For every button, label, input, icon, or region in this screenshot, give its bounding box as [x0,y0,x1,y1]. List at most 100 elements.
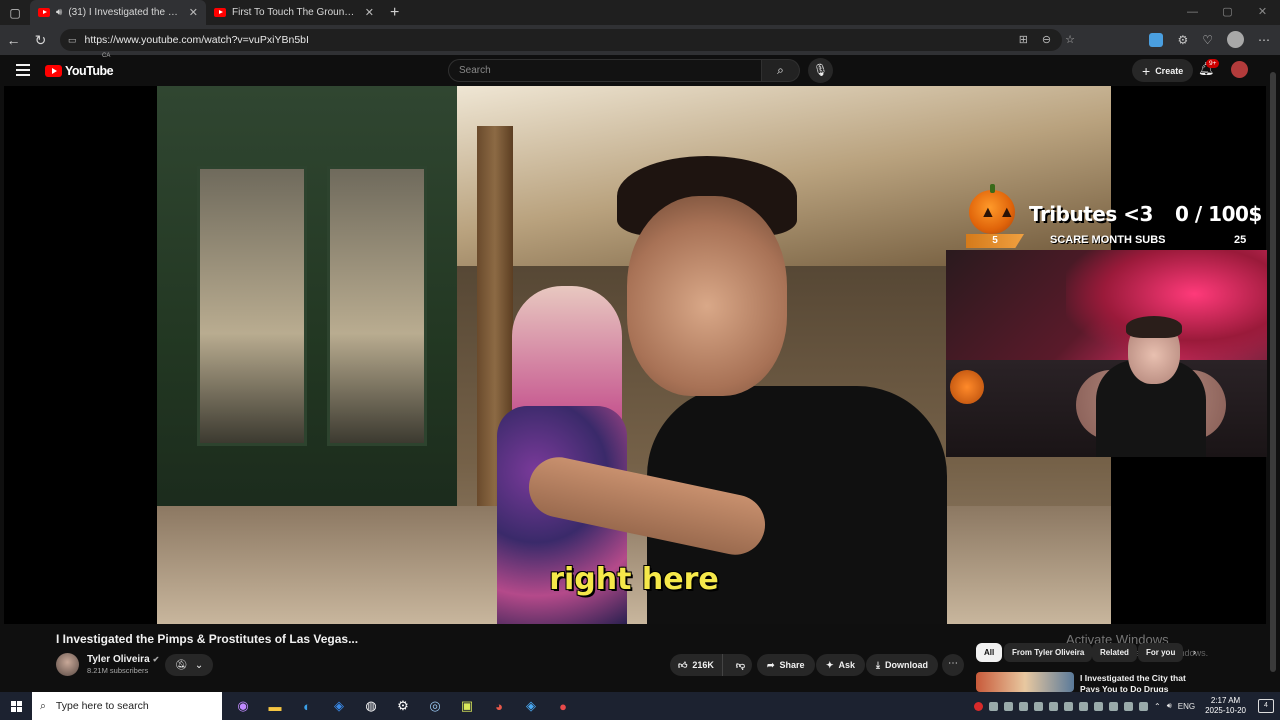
taskbar-search-input[interactable]: ⌕ Type here to search [32,692,222,720]
video-scene-window [197,166,307,446]
menu-icon[interactable] [16,64,30,76]
chip-all[interactable]: All [976,643,1003,662]
search-icon: ⌕ [40,699,46,712]
edge-browser-icon[interactable]: ◐ [296,695,318,717]
youtube-logo[interactable]: YouTube [45,64,114,78]
chrome-icon[interactable]: ◕ [488,695,510,717]
notification-center-icon[interactable]: 4 [1258,699,1274,713]
scrollbar-thumb[interactable] [1270,72,1276,672]
audio-icon[interactable]: 🔊︎ [56,7,62,18]
site-info-icon[interactable]: ▭ [68,35,77,46]
chip-from-channel[interactable]: From Tyler Oliveira [1004,643,1093,662]
tray-app-icon[interactable] [1123,701,1133,711]
ask-button[interactable]: ✦ Ask [816,654,866,676]
share-icon: ➦ [767,659,775,670]
chevron-down-icon: ⌄ [194,659,204,671]
subscribed-button[interactable]: 🔕︎ ⌄ [165,654,213,676]
account-avatar[interactable] [1231,61,1248,78]
extension-icon[interactable] [1149,32,1164,47]
tributes-label: SCARE MONTH SUBS [1050,234,1166,246]
tray-record-icon[interactable] [973,701,983,711]
video-caption: right here [549,562,719,597]
webcam-overlay [946,250,1280,457]
extensions-area: ⚙ ♡ ⋯ [1149,31,1270,48]
tray-app-icon[interactable] [1138,701,1148,711]
tray-app-icon[interactable] [1063,701,1073,711]
download-button[interactable]: ⤓ Download [866,654,938,676]
tributes-progress: 0 / 100$ [1175,202,1262,226]
share-button[interactable]: ➦ Share [757,654,815,676]
chevron-right-icon[interactable]: › [1193,647,1196,657]
browser-tab-bar: ▢ 🔊︎ (31) I Investigated the Pimps & Pro… [0,0,1280,25]
tab-actions-icon[interactable]: ▢ [0,0,30,25]
url-field[interactable]: ▭ https://www.youtube.com/watch?v=vuPxiY… [60,29,1062,51]
app-icon[interactable]: ◈ [520,695,542,717]
browser-essentials-icon[interactable]: ♡ [1202,33,1213,47]
chevron-up-icon[interactable]: ⌃ [1154,702,1161,711]
download-label: Download [884,660,928,670]
volume-icon[interactable]: 🔊︎ [1167,701,1172,711]
app-icon[interactable]: ▣ [456,695,478,717]
tray-app-icon[interactable] [988,701,998,711]
logo-text: YouTube [65,64,114,78]
zoom-icon[interactable]: ⊖ [1042,33,1051,46]
dislike-button[interactable]: 👎︎ [728,654,753,676]
new-tab-icon[interactable]: + [390,4,399,22]
app-icon[interactable]: ◍ [360,695,382,717]
related-video-title[interactable]: I Investigated the City that Pays You to… [1080,673,1200,692]
tray-app-icon[interactable] [1033,701,1043,711]
thumbs-down-icon: 👎︎ [735,659,746,670]
tray-app-icon[interactable] [1108,701,1118,711]
youtube-header: YouTube CA Search ⌕ 🎙︎ + Create 🔔︎ 9+ [0,53,1280,86]
more-actions-icon[interactable]: ⋯ [942,654,964,676]
create-button[interactable]: + Create [1132,59,1194,82]
chip-for-you[interactable]: For you [1138,643,1184,662]
related-video-thumbnail[interactable] [976,672,1074,692]
tributes-right-count: 25 [1234,234,1247,246]
settings-gear-icon[interactable]: ⚙ [392,695,414,717]
notifications-badge: 9+ [1206,59,1220,68]
start-button[interactable] [0,692,32,720]
youtube-favicon-icon [38,8,50,17]
tray-app-icon[interactable] [1003,701,1013,711]
maximize-icon[interactable]: ▢ [1210,0,1245,25]
tray-app-icon[interactable] [1078,701,1088,711]
microphone-icon[interactable]: 🎙︎ [808,58,833,83]
tray-app-icon[interactable] [1048,701,1058,711]
close-tab-icon[interactable]: ✕ [365,6,374,19]
obs-icon[interactable]: ● [552,695,574,717]
more-menu-icon[interactable]: ⋯ [1258,33,1270,47]
chip-related[interactable]: Related [1092,643,1137,662]
like-button[interactable]: 👍︎ 216K [670,654,723,676]
tray-app-icon[interactable] [1018,701,1028,711]
steam-icon[interactable]: ◎ [424,695,446,717]
back-icon[interactable]: ← [0,32,27,48]
webcam-person-hair [1126,316,1182,338]
file-explorer-icon[interactable]: ▬ [264,695,286,717]
close-tab-icon[interactable]: ✕ [189,6,198,19]
profile-avatar[interactable] [1227,31,1244,48]
channel-name[interactable]: Tyler Oliveira ✔ [87,654,159,665]
tab-inactive[interactable]: First To Touch The Ground Loses ✕ [206,0,382,25]
extensions-puzzle-icon[interactable]: ⚙ [1177,33,1188,47]
clock-time: 2:17 AM [1210,696,1241,705]
app-available-icon[interactable]: ⊞ [1019,33,1028,46]
video-scene-window [327,166,427,446]
copilot-icon[interactable]: ◉ [232,695,254,717]
country-code: CA [102,53,111,59]
favorite-star-icon[interactable]: ☆ [1065,33,1075,46]
refresh-icon[interactable]: ↻ [27,32,54,49]
subscriber-count: 8.21M subscribers [87,666,149,675]
ask-label: Ask [838,660,856,670]
app-icon[interactable]: ◈ [328,695,350,717]
language-indicator[interactable]: ENG [1178,702,1195,711]
close-window-icon[interactable]: ✕ [1245,0,1280,25]
tab-title: (31) I Investigated the Pimps & Prostitu… [68,7,182,18]
minimize-icon[interactable]: — [1175,0,1210,25]
search-icon[interactable]: ⌕ [762,59,800,82]
channel-avatar[interactable] [56,653,79,676]
tab-active[interactable]: 🔊︎ (31) I Investigated the Pimps & Prost… [30,0,206,25]
tray-app-icon[interactable] [1093,701,1103,711]
search-input[interactable]: Search [448,59,762,82]
clock[interactable]: 2:17 AM 2025-10-20 [1205,696,1246,716]
